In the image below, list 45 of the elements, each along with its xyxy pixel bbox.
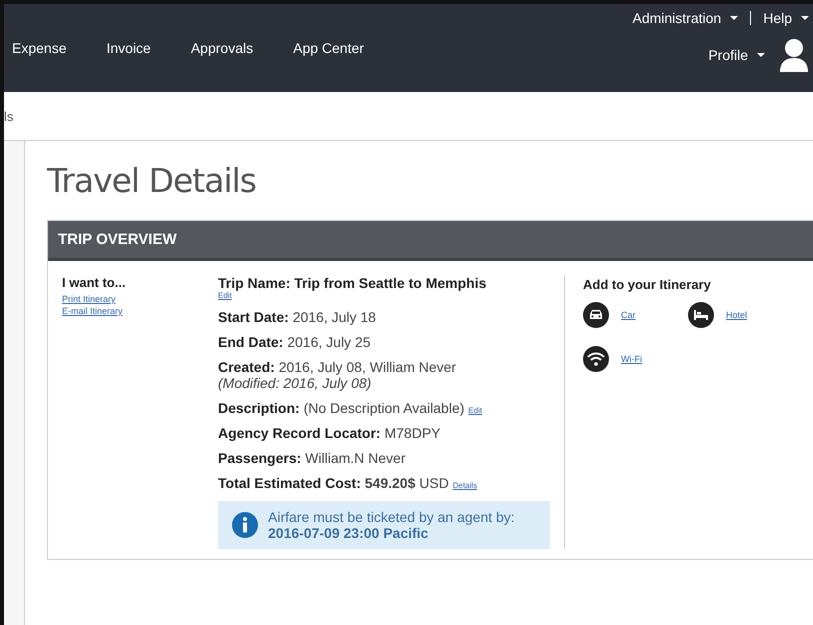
notice-text: Airfare must be ticketed by an agent by: 2016-07-09 23:00 Pacific: [268, 509, 516, 541]
add-link[interactable]: Hotel: [726, 310, 748, 320]
bed-icon[interactable]: [688, 302, 714, 328]
field-label: Agency Record Locator:: [218, 425, 381, 441]
nav-link[interactable]: Expense: [12, 40, 66, 56]
action-link[interactable]: E-mail Itinerary: [62, 306, 218, 316]
field-label: Description:: [218, 400, 300, 416]
inline-link[interactable]: Edit: [468, 406, 482, 415]
wifi-icon[interactable]: [583, 346, 609, 372]
field-value: 549.20$ USD: [364, 475, 449, 491]
action-link[interactable]: Print Itinerary: [62, 294, 218, 304]
caret-icon: [730, 16, 738, 20]
field-value: 2016, July 18: [292, 309, 376, 325]
field-label: Passengers:: [218, 450, 302, 466]
profile-menu[interactable]: Profile: [708, 47, 765, 63]
menu-link[interactable]: Help: [763, 10, 809, 26]
car-icon[interactable]: [583, 302, 609, 328]
user-avatar-icon[interactable]: [779, 38, 809, 72]
field-label: Start Date:: [218, 309, 289, 325]
nav-link[interactable]: App Center: [293, 40, 364, 56]
inline-link[interactable]: Details: [452, 481, 478, 490]
field-value: 2016, July 08, William Never: [278, 359, 456, 375]
field-label: End Date:: [218, 334, 284, 350]
caret-icon: [757, 53, 765, 57]
field-value: (No Description Available): [304, 400, 464, 416]
field-value: 2016, July 25: [287, 334, 371, 350]
caret-icon: [801, 16, 809, 20]
trip-name: Trip Name: Trip from Seattle to Memphis: [218, 275, 486, 291]
breadcrumb[interactable]: ls: [4, 108, 14, 124]
page-title: Travel Details: [47, 161, 257, 200]
nav-link[interactable]: Invoice: [106, 40, 151, 56]
actions-heading: I want to...: [62, 275, 127, 290]
section-title: TRIP OVERVIEW: [58, 231, 177, 248]
add-heading: Add to your Itinerary: [583, 277, 712, 292]
add-link[interactable]: Wi-Fi: [621, 354, 642, 364]
add-link[interactable]: Car: [621, 310, 636, 320]
field-label: Created:: [218, 359, 275, 375]
menu-link[interactable]: Administration: [632, 10, 738, 26]
nav-link[interactable]: Approvals: [190, 40, 254, 56]
field-label: Total Estimated Cost:: [218, 475, 361, 491]
info-icon: [232, 512, 258, 538]
field-value: William.N Never: [305, 450, 406, 466]
field-value: M78DPY: [384, 425, 441, 441]
edit-link[interactable]: Edit: [218, 291, 232, 300]
modified-note: (Modified: 2016, July 08): [218, 375, 372, 391]
